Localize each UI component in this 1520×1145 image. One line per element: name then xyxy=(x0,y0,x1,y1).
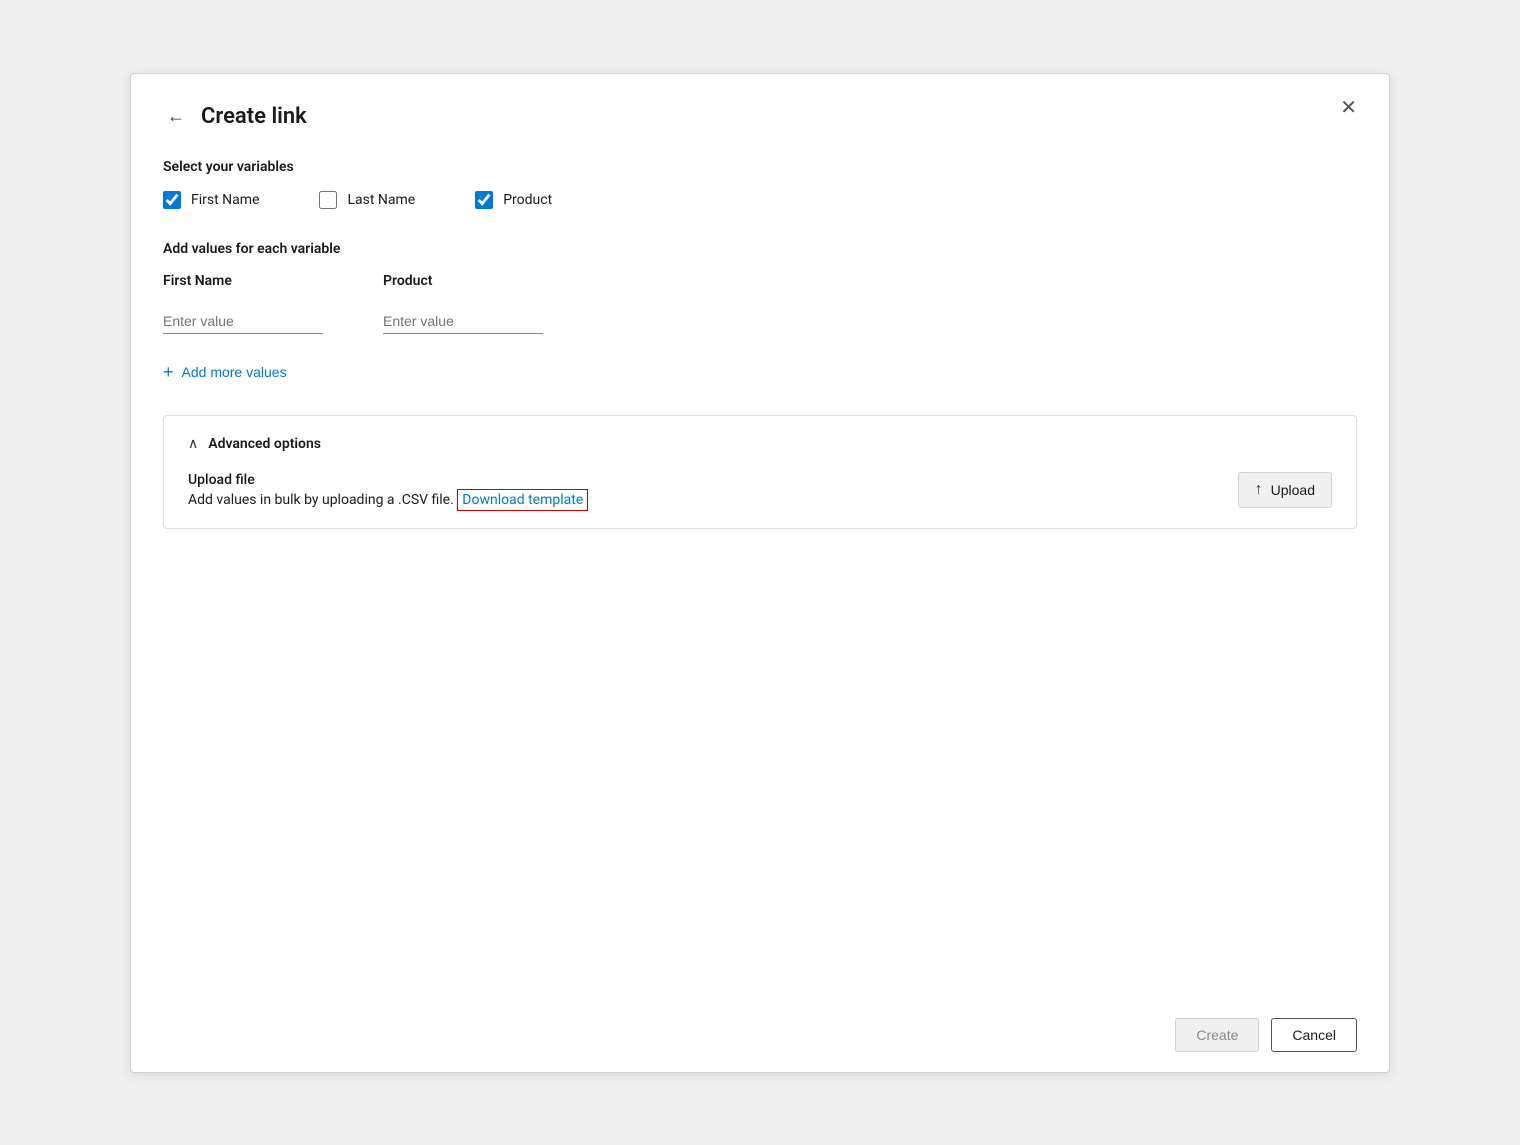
select-variables-label: Select your variables xyxy=(163,159,1357,175)
first-name-input[interactable] xyxy=(163,309,323,334)
first-name-column-header: First Name xyxy=(163,273,343,289)
add-more-label: Add more values xyxy=(182,364,287,380)
checkbox-first-name-input[interactable] xyxy=(163,191,181,209)
chevron-icon: ∧ xyxy=(188,436,198,452)
upload-text-area: Upload file Add values in bulk by upload… xyxy=(188,472,588,508)
upload-button[interactable]: ↑ Upload xyxy=(1238,472,1332,508)
checkbox-product-input[interactable] xyxy=(475,191,493,209)
checkbox-product[interactable]: Product xyxy=(475,191,552,209)
checkbox-last-name-input[interactable] xyxy=(319,191,337,209)
back-button[interactable]: ← xyxy=(163,102,189,131)
cancel-button[interactable]: Cancel xyxy=(1271,1018,1357,1052)
upload-description: Add values in bulk by uploading a .CSV f… xyxy=(188,492,588,508)
add-icon: + xyxy=(163,362,174,383)
first-name-column: First Name xyxy=(163,273,343,334)
upload-button-label: Upload xyxy=(1271,482,1315,498)
checkbox-product-label: Product xyxy=(503,192,552,208)
values-section: Add values for each variable First Name … xyxy=(163,241,1357,334)
upload-title: Upload file xyxy=(188,472,588,488)
values-columns: First Name Product xyxy=(163,273,1357,334)
advanced-title: Advanced options xyxy=(208,436,321,452)
create-link-dialog: ← Create link ✕ Select your variables Fi… xyxy=(130,73,1390,1073)
create-button[interactable]: Create xyxy=(1175,1018,1259,1052)
download-template-link[interactable]: Download template xyxy=(457,489,588,511)
checkbox-row: First Name Last Name Product xyxy=(163,191,1357,209)
product-input[interactable] xyxy=(383,309,543,334)
product-column-header: Product xyxy=(383,273,563,289)
checkbox-first-name[interactable]: First Name xyxy=(163,191,259,209)
advanced-header[interactable]: ∧ Advanced options xyxy=(188,436,1332,452)
dialog-header: ← Create link xyxy=(163,102,1357,131)
upload-row: Upload file Add values in bulk by upload… xyxy=(188,472,1332,508)
variables-section: Select your variables First Name Last Na… xyxy=(163,159,1357,209)
checkbox-first-name-label: First Name xyxy=(191,192,259,208)
add-values-label: Add values for each variable xyxy=(163,241,1357,257)
checkbox-last-name[interactable]: Last Name xyxy=(319,191,415,209)
product-column: Product xyxy=(383,273,563,334)
close-button[interactable]: ✕ xyxy=(1332,94,1365,122)
dialog-title: Create link xyxy=(201,104,307,129)
close-icon: ✕ xyxy=(1340,97,1357,119)
checkbox-last-name-label: Last Name xyxy=(347,192,415,208)
add-more-button[interactable]: + Add more values xyxy=(163,362,287,383)
back-icon: ← xyxy=(167,106,185,127)
upload-icon: ↑ xyxy=(1255,481,1263,499)
advanced-options-section: ∧ Advanced options Upload file Add value… xyxy=(163,415,1357,529)
dialog-footer: Create Cancel xyxy=(1175,1018,1357,1052)
